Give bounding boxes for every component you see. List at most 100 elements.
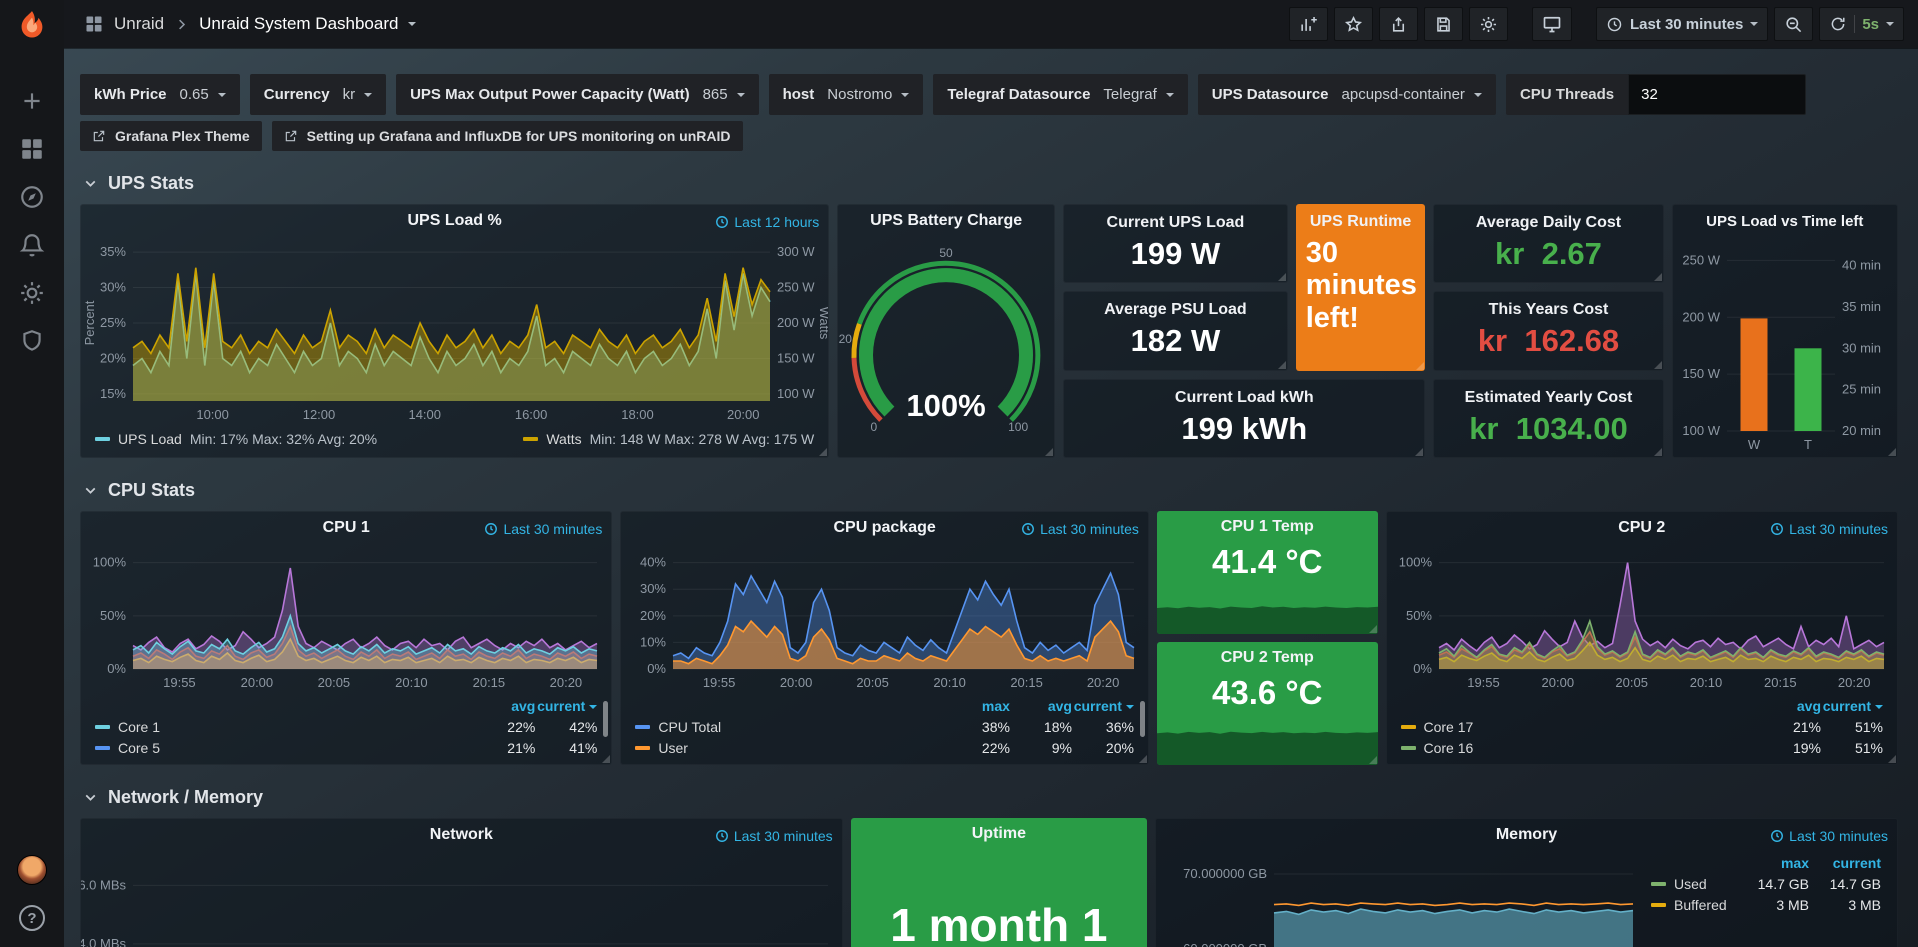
variable-ups-datasource[interactable]: UPS Datasource apcupsd-container bbox=[1198, 74, 1496, 115]
load-vs-time-chart[interactable]: 100 W150 W200 W250 W20 min25 min30 min35… bbox=[1673, 237, 1897, 457]
cpu-package-chart[interactable]: 0%10%20%30%40%19:5520:0020:0520:1020:152… bbox=[621, 544, 1148, 695]
legend-col-sort[interactable]: current bbox=[535, 698, 597, 714]
configuration-gear-icon[interactable] bbox=[19, 280, 45, 306]
zoom-out-button[interactable] bbox=[1774, 7, 1813, 41]
variable-host[interactable]: host Nostromo bbox=[769, 74, 924, 115]
cpu1-chart[interactable]: 0%50%100%19:5520:0020:0520:1020:1520:20 bbox=[81, 544, 611, 695]
panel-title[interactable]: Average PSU Load bbox=[1064, 301, 1287, 319]
dashboards-icon[interactable] bbox=[19, 136, 45, 162]
series-swatch bbox=[1651, 882, 1666, 886]
settings-gear-button[interactable] bbox=[1469, 7, 1508, 41]
server-admin-shield-icon[interactable] bbox=[19, 328, 45, 354]
panel-title[interactable]: CPU package bbox=[834, 519, 936, 537]
legend-scrollbar[interactable] bbox=[1140, 701, 1145, 737]
time-range-picker[interactable]: Last 30 minutes bbox=[1596, 7, 1768, 41]
panel-ups-battery-charge: UPS Battery Charge 02050100100% bbox=[837, 204, 1055, 458]
stat-value: 41.4 °C bbox=[1157, 543, 1378, 581]
panel-title[interactable]: CPU 2 bbox=[1618, 519, 1665, 537]
svg-text:16:00: 16:00 bbox=[515, 407, 548, 422]
panel-title[interactable]: Uptime bbox=[972, 825, 1026, 843]
legend-item-watts[interactable]: Watts Min: 148 W Max: 278 W Avg: 175 W bbox=[523, 431, 814, 447]
legend-row[interactable]: Core 1619%51% bbox=[1401, 740, 1884, 756]
dashboard-title[interactable]: Unraid System Dashboard bbox=[199, 14, 398, 34]
user-avatar[interactable] bbox=[17, 855, 47, 885]
panel-title[interactable]: UPS Battery Charge bbox=[870, 212, 1022, 230]
panel-title[interactable]: CPU 1 Temp bbox=[1221, 518, 1314, 536]
panel-title[interactable]: Current UPS Load bbox=[1064, 214, 1287, 232]
svg-text:20:05: 20:05 bbox=[1615, 675, 1648, 690]
breadcrumb-folder[interactable]: Unraid bbox=[114, 14, 164, 34]
link-grafana-plex-theme[interactable]: Grafana Plex Theme bbox=[80, 121, 262, 151]
panel-title[interactable]: CPU 2 Temp bbox=[1221, 649, 1314, 667]
variable-telegraf-datasource[interactable]: Telegraf Datasource Telegraf bbox=[933, 74, 1187, 115]
ups-load-chart[interactable]: 15%20%25%30%35%100 W150 W200 W250 W300 W… bbox=[81, 237, 828, 427]
panel-title[interactable]: Network bbox=[430, 826, 493, 844]
legend-item-ups-load[interactable]: UPS Load Min: 17% Max: 32% Avg: 20% bbox=[95, 431, 377, 447]
svg-text:30%: 30% bbox=[640, 581, 666, 596]
legend-row[interactable]: Core 1721%51% bbox=[1401, 719, 1884, 735]
svg-text:19:55: 19:55 bbox=[703, 675, 736, 690]
panel-title[interactable]: UPS Runtime bbox=[1296, 213, 1426, 231]
section-network-memory[interactable]: Network / Memory bbox=[82, 787, 1898, 808]
svg-text:20%: 20% bbox=[100, 350, 126, 365]
legend-row[interactable]: User22%9%20% bbox=[635, 740, 1134, 756]
explore-compass-icon[interactable] bbox=[19, 184, 45, 210]
share-button[interactable] bbox=[1379, 7, 1418, 41]
panel-title[interactable]: Estimated Yearly Cost bbox=[1434, 389, 1662, 407]
legend-row[interactable]: Core 122%42% bbox=[95, 719, 597, 735]
kiosk-monitor-button[interactable] bbox=[1532, 7, 1572, 41]
star-button[interactable] bbox=[1334, 7, 1373, 41]
sidebar-bottom: ? bbox=[17, 855, 47, 931]
grafana-logo-icon[interactable] bbox=[0, 0, 64, 50]
panel-title[interactable]: Average Daily Cost bbox=[1434, 214, 1662, 232]
legend-row[interactable]: Buffered3 MB3 MB bbox=[1651, 897, 1881, 913]
refresh-button-group[interactable]: 5s bbox=[1819, 7, 1904, 41]
panel-title[interactable]: Memory bbox=[1496, 826, 1557, 844]
link-ups-monitoring-guide[interactable]: Setting up Grafana and InfluxDB for UPS … bbox=[272, 121, 743, 151]
variable-ups-max-output[interactable]: UPS Max Output Power Capacity (Watt) 865 bbox=[396, 74, 759, 115]
network-chart[interactable]: 2.0 MBs4.0 MBs6.0 MBs bbox=[81, 851, 842, 947]
cpu1-temp-sparkline bbox=[1157, 582, 1378, 634]
breadcrumb[interactable]: Unraid Unraid System Dashboard bbox=[84, 14, 416, 34]
panel-title[interactable]: UPS Load % bbox=[407, 212, 501, 230]
legend-col[interactable]: avg bbox=[473, 698, 535, 714]
battery-gauge[interactable]: 02050100100% bbox=[838, 237, 1054, 457]
cpu-threads-input[interactable]: 32 bbox=[1628, 74, 1806, 115]
legend-col[interactable]: current bbox=[1809, 855, 1881, 871]
variable-label: Currency bbox=[264, 86, 330, 103]
svg-text:50%: 50% bbox=[1405, 608, 1431, 623]
legend-row[interactable]: Core 521%41% bbox=[95, 740, 597, 756]
panel-title[interactable]: Current Load kWh bbox=[1064, 389, 1424, 407]
memory-chart[interactable]: 50.000000 GB60.000000 GB70.000000 GB bbox=[1156, 851, 1647, 947]
legend-row[interactable]: Used14.7 GB14.7 GB bbox=[1651, 876, 1881, 892]
help-icon[interactable]: ? bbox=[19, 905, 45, 931]
legend-col[interactable]: avg bbox=[1759, 698, 1821, 714]
svg-text:70.000000 GB: 70.000000 GB bbox=[1183, 866, 1267, 881]
save-button[interactable] bbox=[1424, 7, 1463, 41]
svg-text:20:00: 20:00 bbox=[1541, 675, 1574, 690]
panel-title[interactable]: UPS Load vs Time left bbox=[1706, 213, 1863, 230]
section-ups-stats[interactable]: UPS Stats bbox=[82, 173, 1898, 194]
variable-currency[interactable]: Currency kr bbox=[250, 74, 386, 115]
legend-col-sort[interactable]: current bbox=[1821, 698, 1883, 714]
legend-scrollbar[interactable] bbox=[603, 701, 608, 737]
legend-col[interactable]: max bbox=[1737, 855, 1809, 871]
alerting-bell-icon[interactable] bbox=[19, 232, 45, 258]
legend-row[interactable]: CPU Total38%18%36% bbox=[635, 719, 1134, 735]
svg-text:200 W: 200 W bbox=[777, 315, 815, 330]
section-cpu-stats[interactable]: CPU Stats bbox=[82, 480, 1898, 501]
legend-col[interactable]: avg bbox=[1010, 698, 1072, 714]
variable-value: Nostromo bbox=[827, 86, 892, 103]
panel-title[interactable]: CPU 1 bbox=[323, 519, 370, 537]
legend-col[interactable]: max bbox=[948, 698, 1010, 714]
svg-text:10:00: 10:00 bbox=[196, 407, 229, 422]
panel-title[interactable]: This Years Cost bbox=[1434, 301, 1662, 319]
create-plus-icon[interactable] bbox=[19, 88, 45, 114]
legend-col-sort[interactable]: current bbox=[1072, 698, 1134, 714]
panel-estimated-yearly-cost: Estimated Yearly Cost kr 1034.00 bbox=[1433, 379, 1663, 458]
add-panel-button[interactable] bbox=[1289, 7, 1328, 41]
legend: maxavgcurrent CPU Total38%18%36% User22%… bbox=[621, 695, 1148, 764]
variable-kwh-price[interactable]: kWh Price 0.65 bbox=[80, 74, 240, 115]
svg-text:40 min: 40 min bbox=[1842, 258, 1881, 273]
cpu2-chart[interactable]: 0%50%100%19:5520:0020:0520:1020:1520:20 bbox=[1387, 544, 1898, 695]
